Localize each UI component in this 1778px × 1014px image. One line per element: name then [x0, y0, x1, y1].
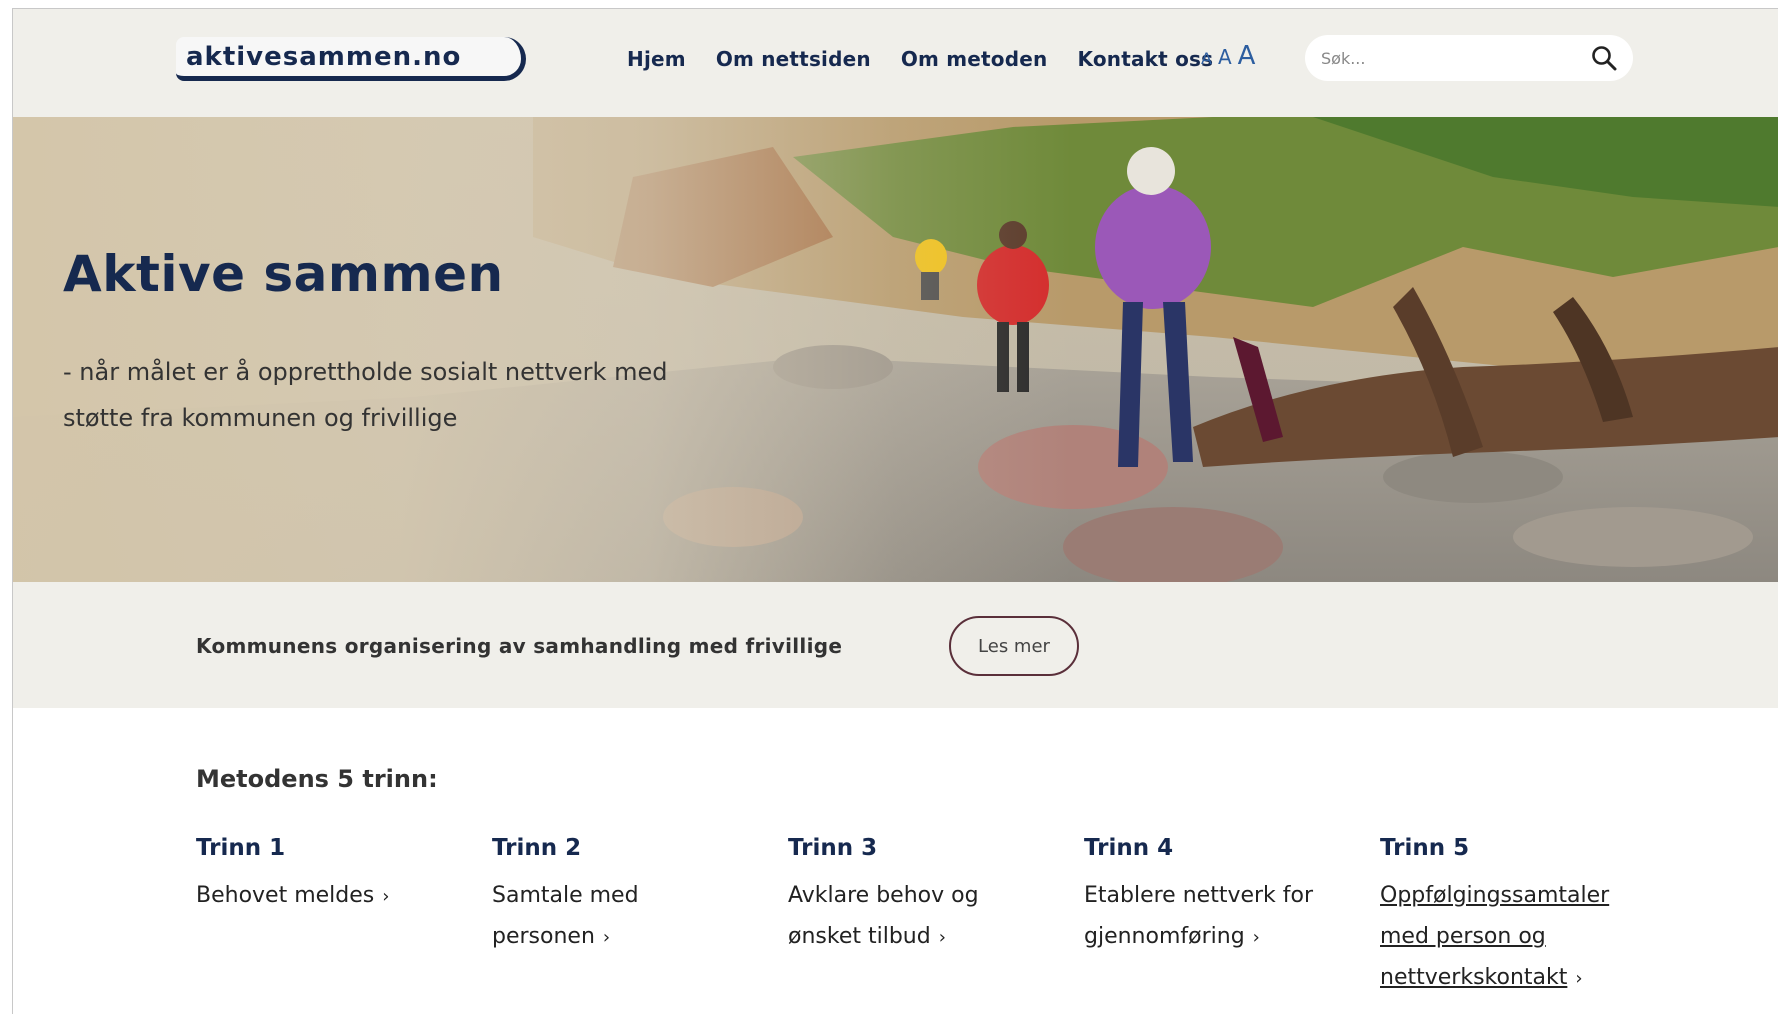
font-size-controls: A A A [1201, 41, 1255, 71]
step-label: Trinn 4 [1084, 835, 1174, 861]
step-4-link[interactable]: Etablere nettverk for gjennomføring › [1084, 875, 1354, 958]
chevron-right-icon: › [602, 927, 611, 948]
steps-title: Metodens 5 trinn: [196, 765, 438, 793]
step-link-text: Behovet meldes [196, 883, 375, 908]
hero-subtitle: - når målet er å opprettholde sosialt ne… [63, 358, 668, 432]
nav-item-hjem[interactable]: Hjem [627, 47, 686, 71]
nav-item-kontakt-oss[interactable]: Kontakt oss [1077, 47, 1213, 71]
nav-item-om-nettsiden[interactable]: Om nettsiden [716, 47, 871, 71]
font-size-large-button[interactable]: A [1238, 41, 1256, 71]
step-label: Trinn 2 [492, 835, 582, 861]
step-3-link[interactable]: Avklare behov og ønsket tilbud › [788, 875, 1058, 958]
nav-item-om-metoden[interactable]: Om metoden [901, 47, 1048, 71]
info-band-text: Kommunens organisering av samhandling me… [196, 634, 843, 658]
steps-list: Trinn 1 Behovet meldes › Trinn 2 Samtale … [196, 835, 1676, 999]
step-5-link[interactable]: Oppfølgingssamtaler med person og nettve… [1380, 875, 1650, 999]
site-logo[interactable]: aktivesammen.no [176, 37, 526, 81]
step-label: Trinn 3 [788, 835, 878, 861]
info-band: Kommunens organisering av samhandling me… [13, 582, 1778, 708]
logo-text: aktivesammen.no [186, 41, 462, 72]
font-size-medium-button[interactable]: A [1218, 45, 1232, 69]
step-label: Trinn 5 [1380, 835, 1470, 861]
search-input[interactable] [1321, 48, 1589, 68]
step-1: Trinn 1 Behovet meldes › [196, 835, 492, 999]
hero-banner: Aktive sammen - når målet er å opprettho… [13, 117, 1778, 582]
font-size-small-button[interactable]: A [1201, 49, 1212, 68]
chevron-right-icon: › [1575, 968, 1583, 989]
chevron-right-icon: › [382, 886, 390, 907]
step-link-text: Etablere nettverk for gjennomføring [1084, 883, 1314, 949]
chevron-right-icon: › [1252, 927, 1260, 948]
step-1-link[interactable]: Behovet meldes › [196, 875, 466, 917]
step-label: Trinn 1 [196, 835, 286, 861]
step-5: Trinn 5 Oppfølgingssamtaler med person o… [1380, 835, 1676, 999]
site-header: aktivesammen.no Hjem Om nettsiden Om met… [13, 9, 1778, 117]
step-link-text: Avklare behov og ønsket tilbud [788, 883, 979, 949]
main-nav: Hjem Om nettsiden Om metoden Kontakt oss [627, 47, 1213, 71]
search-icon [1592, 46, 1617, 71]
step-3: Trinn 3 Avklare behov og ønsket tilbud › [788, 835, 1084, 999]
hero-title: Aktive sammen [63, 245, 504, 303]
search-box [1305, 35, 1633, 81]
browser-viewport: aktivesammen.no Hjem Om nettsiden Om met… [12, 8, 1778, 1014]
step-link-text: Samtale med personen [492, 883, 639, 949]
step-2: Trinn 2 Samtale med personen › [492, 835, 788, 999]
step-2-link[interactable]: Samtale med personen › [492, 875, 762, 958]
step-4: Trinn 4 Etablere nettverk for gjennomfør… [1084, 835, 1380, 999]
chevron-right-icon: › [938, 927, 946, 948]
search-button[interactable] [1589, 43, 1619, 73]
les-mer-button[interactable]: Les mer [949, 616, 1079, 676]
